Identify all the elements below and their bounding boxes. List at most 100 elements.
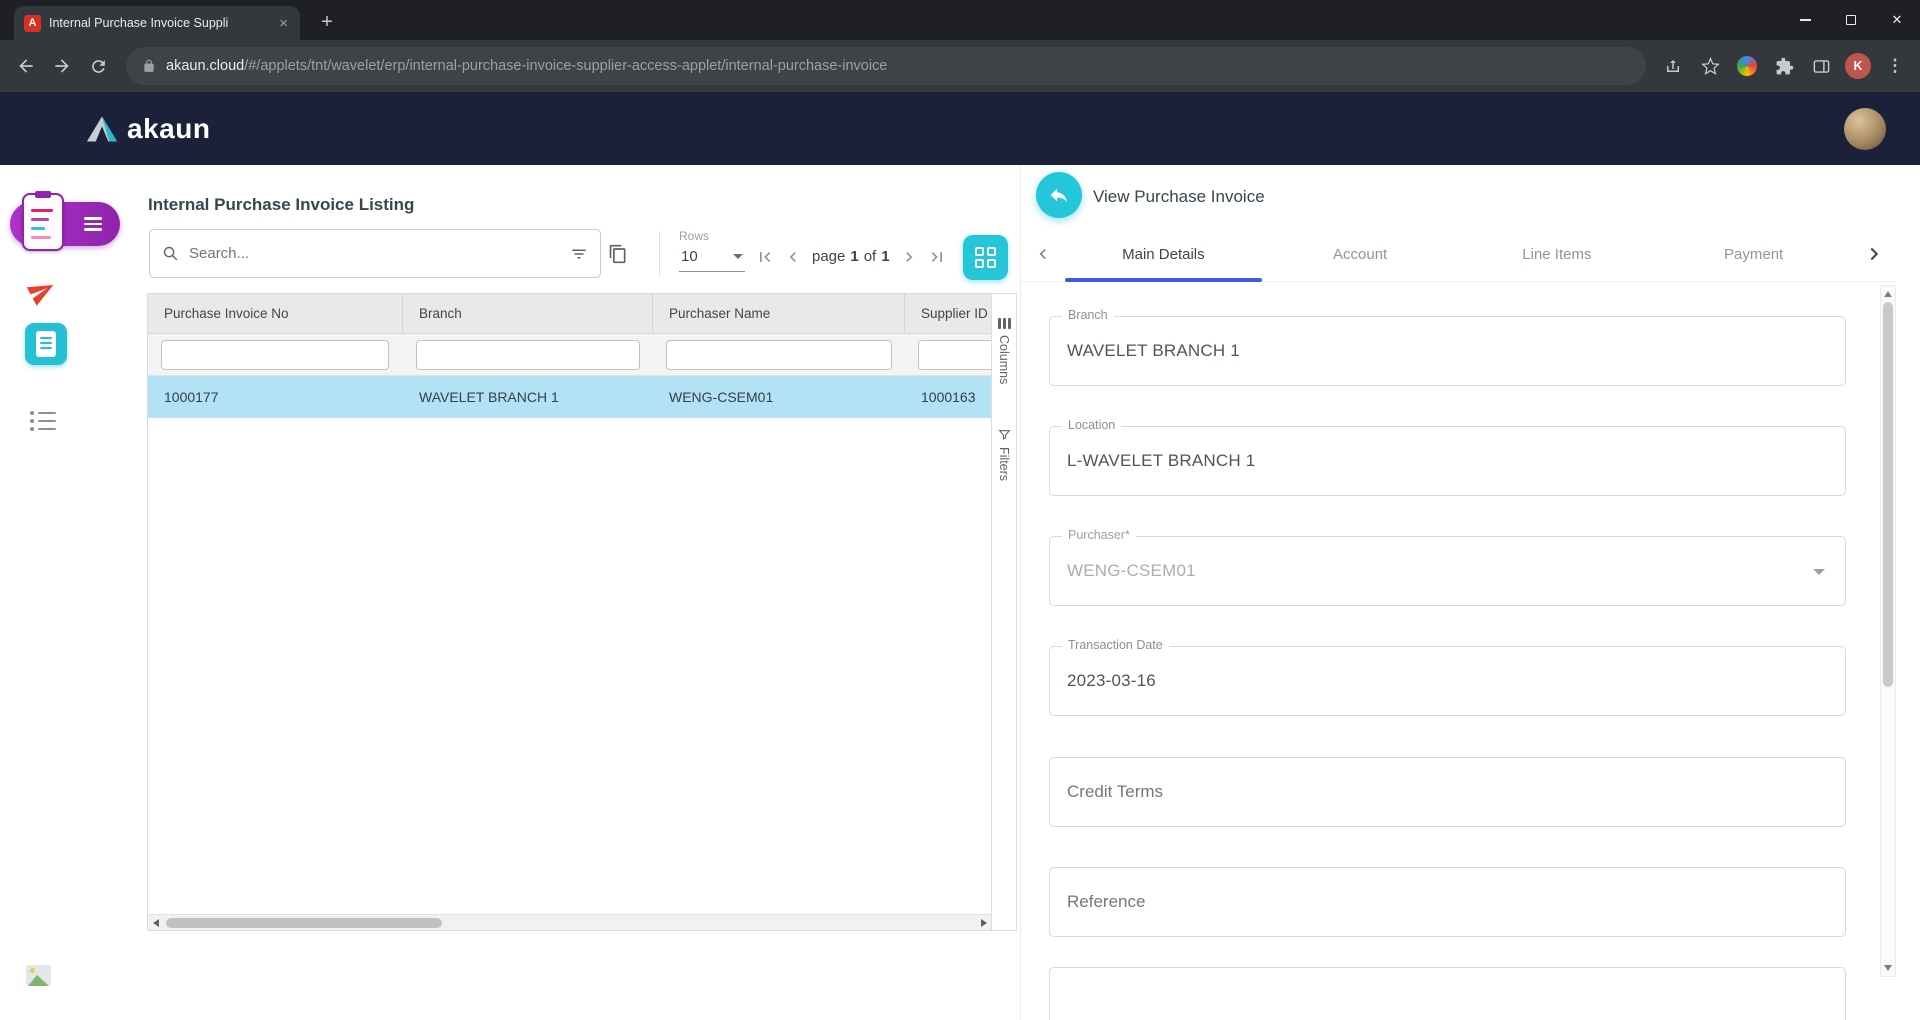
search-input[interactable] (189, 245, 560, 262)
column-header-purchaser-name[interactable]: Purchaser Name (653, 294, 905, 333)
sidebar-item-listing[interactable] (30, 411, 56, 435)
vertical-scrollbar[interactable] (1880, 285, 1896, 977)
chevron-down-icon (733, 254, 743, 259)
tab-payment[interactable]: Payment (1655, 227, 1852, 281)
cell-supplier-id: 1000163 (905, 376, 992, 418)
columns-panel-toggle[interactable]: Columns (992, 318, 1016, 384)
sidebar-item-red-applet[interactable] (26, 275, 58, 307)
field-branch[interactable]: Branch WAVELET BRANCH 1 (1049, 316, 1846, 386)
tab-close-icon[interactable]: × (277, 16, 290, 31)
vertical-scroll-thumb[interactable] (1883, 302, 1893, 687)
view-purchase-invoice-panel: View Purchase Invoice Main Details Accou… (1020, 165, 1920, 1020)
previous-page-button[interactable] (779, 243, 806, 270)
search-icon (162, 245, 179, 262)
rows-label: Rows (679, 229, 745, 243)
dropdown-caret-icon (1813, 569, 1825, 575)
image-placeholder-icon (26, 965, 51, 986)
browser-menu-button[interactable]: ⋮ (1878, 49, 1912, 83)
copy-icon (608, 244, 628, 264)
document-icon (36, 331, 56, 357)
scroll-right-arrow[interactable] (976, 915, 992, 930)
table-side-strip: Columns Filters (991, 294, 1016, 930)
window-maximize-button[interactable] (1828, 0, 1874, 40)
back-button[interactable] (8, 48, 44, 84)
window-minimize-button[interactable] (1782, 0, 1828, 40)
table-filter-row (148, 334, 992, 376)
extensions-button[interactable] (1767, 49, 1801, 83)
rows-value: 10 (681, 248, 698, 265)
reply-arrow-icon (1048, 184, 1070, 206)
bookmark-button[interactable] (1693, 49, 1727, 83)
filter-input-invoice-no[interactable] (161, 340, 389, 370)
controls-divider (659, 231, 660, 277)
search-box[interactable] (149, 229, 601, 278)
app-header: akaun (0, 92, 1920, 165)
first-page-icon (755, 247, 775, 267)
horizontal-scroll-thumb[interactable] (166, 918, 442, 928)
column-header-supplier-id[interactable]: Supplier ID (905, 294, 992, 333)
address-bar[interactable]: akaun.cloud/#/applets/tnt/wavelet/erp/in… (126, 47, 1646, 85)
grid-icon (975, 247, 984, 256)
side-panel-button[interactable] (1804, 49, 1838, 83)
tab-account[interactable]: Account (1262, 227, 1459, 281)
last-page-icon (927, 247, 947, 267)
filter-list-icon[interactable] (570, 245, 588, 263)
tab-main-details[interactable]: Main Details (1065, 227, 1262, 281)
akaun-logo-icon (86, 115, 118, 143)
field-transaction-date[interactable]: Transaction Date 2023-03-16 (1049, 646, 1846, 716)
field-partial-next[interactable] (1049, 967, 1846, 1020)
filter-input-purchaser-name[interactable] (666, 340, 892, 370)
side-panel-icon (1812, 57, 1831, 76)
chevron-right-icon (1863, 243, 1885, 265)
clipboard-applet-icon[interactable] (22, 193, 64, 251)
filter-input-branch[interactable] (416, 340, 640, 370)
table-header-row: Purchase Invoice No Branch Purchaser Nam… (148, 294, 992, 334)
tabs-scroll-right-button[interactable] (1852, 227, 1896, 281)
horizontal-scrollbar[interactable] (148, 914, 992, 930)
arrow-forward-icon (52, 56, 72, 76)
akaun-logo[interactable]: akaun (86, 113, 210, 145)
star-icon (1701, 57, 1720, 76)
last-page-button[interactable] (924, 243, 951, 270)
share-icon (1664, 57, 1682, 75)
tab-line-items[interactable]: Line Items (1459, 227, 1656, 281)
window-close-button[interactable]: ✕ (1874, 0, 1920, 40)
share-button[interactable] (1656, 49, 1690, 83)
browser-tab[interactable]: A Internal Purchase Invoice Suppli × (14, 6, 300, 40)
copy-view-button[interactable] (603, 239, 633, 269)
scroll-left-arrow[interactable] (148, 915, 164, 930)
browser-profile-button[interactable]: K (1841, 49, 1875, 83)
page-indicator: page 1 of 1 (812, 248, 890, 265)
grid-view-button[interactable] (963, 235, 1008, 280)
next-page-button[interactable] (896, 243, 923, 270)
forward-button[interactable] (44, 48, 80, 84)
close-icon: ✕ (1892, 12, 1903, 28)
user-avatar[interactable] (1844, 108, 1886, 150)
scroll-down-arrow[interactable] (1881, 961, 1895, 975)
minimize-icon (1800, 19, 1811, 21)
column-header-branch[interactable]: Branch (403, 294, 653, 333)
maximize-icon (1846, 15, 1856, 25)
extension-colorful-button[interactable] (1730, 49, 1764, 83)
rows-per-page-select[interactable]: Rows 10 (679, 229, 745, 272)
toolbar-icons: K ⋮ (1656, 49, 1912, 83)
field-purchaser[interactable]: Purchaser* WENG-CSEM01 (1049, 536, 1846, 606)
filter-input-supplier-id[interactable] (918, 340, 998, 370)
arrow-back-icon (16, 56, 36, 76)
table-row-selected[interactable]: 1000177 WAVELET BRANCH 1 WENG-CSEM01 100… (148, 376, 992, 418)
column-header-invoice-no[interactable]: Purchase Invoice No (148, 294, 403, 333)
scroll-up-arrow[interactable] (1881, 287, 1895, 301)
field-location[interactable]: Location L-WAVELET BRANCH 1 (1049, 426, 1846, 496)
back-to-listing-button[interactable] (1036, 172, 1082, 218)
chevron-left-icon (1034, 245, 1052, 263)
reload-icon (89, 57, 108, 76)
reload-button[interactable] (80, 48, 116, 84)
field-reference[interactable]: Reference (1049, 867, 1846, 937)
filters-panel-toggle[interactable]: Filters (992, 428, 1016, 481)
first-page-button[interactable] (751, 243, 778, 270)
new-tab-button[interactable]: + (314, 9, 340, 35)
tabs-scroll-left-button[interactable] (1021, 227, 1065, 281)
sidebar-item-invoice-applet-active[interactable] (25, 323, 67, 365)
field-credit-terms[interactable]: Credit Terms (1049, 757, 1846, 827)
funnel-icon (998, 428, 1011, 441)
